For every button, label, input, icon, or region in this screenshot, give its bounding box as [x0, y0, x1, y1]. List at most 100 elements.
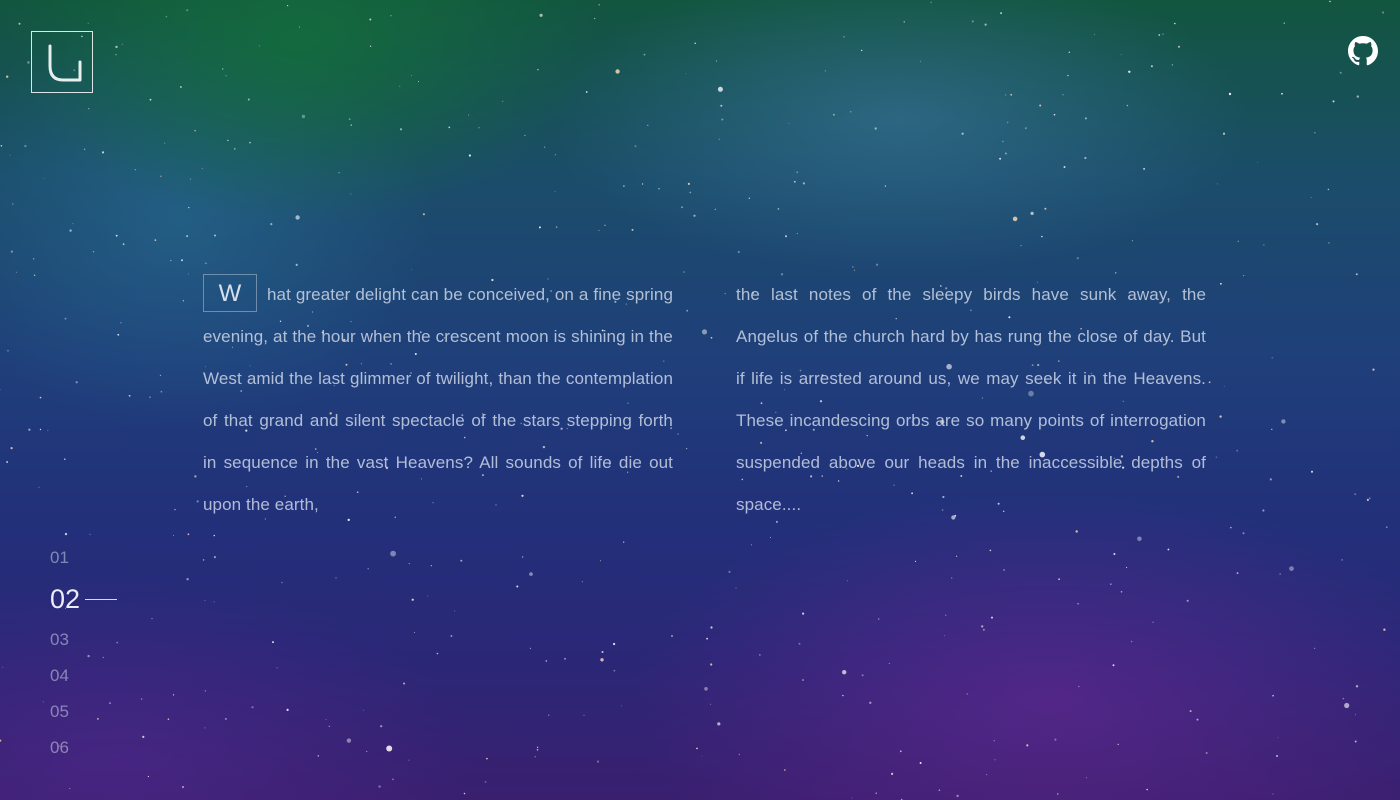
star [1341, 559, 1343, 561]
star [748, 197, 750, 199]
star [1354, 740, 1357, 743]
star [769, 537, 771, 538]
star [450, 635, 453, 637]
star [430, 565, 432, 567]
star [115, 234, 118, 237]
star [788, 122, 790, 124]
star [1262, 509, 1265, 512]
page-number: 02 [50, 583, 81, 614]
star [1010, 93, 1013, 96]
star [164, 142, 166, 144]
star [884, 185, 887, 187]
star [986, 774, 988, 776]
star [658, 188, 660, 190]
star [539, 13, 543, 17]
star [599, 560, 601, 562]
star [88, 108, 90, 110]
star [15, 271, 17, 273]
star [295, 215, 300, 220]
star [468, 114, 470, 116]
star [536, 749, 539, 751]
star [961, 132, 964, 135]
star [750, 544, 753, 546]
star [128, 394, 131, 397]
star [643, 53, 646, 56]
star [170, 259, 172, 262]
active-indicator-line [85, 598, 118, 600]
star [1024, 127, 1027, 130]
star [363, 709, 364, 711]
page-number: 01 [50, 548, 69, 567]
star [272, 641, 274, 644]
star [1131, 240, 1134, 242]
star [1237, 240, 1239, 242]
star [919, 762, 922, 764]
star [422, 213, 425, 216]
star [903, 21, 905, 23]
star [411, 269, 412, 270]
star [214, 234, 216, 237]
star [1007, 121, 1009, 124]
github-link[interactable] [1348, 36, 1378, 66]
logo[interactable] [31, 31, 93, 93]
u-logo-icon [48, 44, 82, 82]
star [537, 69, 539, 71]
star [1057, 793, 1059, 795]
star [1112, 664, 1115, 667]
star [160, 390, 163, 393]
star [390, 15, 392, 17]
star [1283, 22, 1285, 24]
star [115, 54, 117, 56]
page-link-01[interactable]: 01 [50, 540, 170, 576]
star [427, 595, 429, 597]
star [993, 740, 995, 742]
star [631, 228, 634, 231]
star [1269, 478, 1272, 481]
star [869, 701, 872, 704]
page-link-02-active[interactable]: 02 [50, 576, 170, 622]
star [213, 556, 216, 559]
star [704, 687, 708, 691]
star [249, 141, 251, 144]
star [1385, 526, 1388, 528]
star [418, 81, 420, 82]
star [843, 36, 845, 38]
star [534, 756, 536, 758]
star [601, 651, 604, 653]
star [728, 570, 731, 574]
star [613, 642, 616, 646]
star [685, 73, 687, 74]
star [524, 134, 526, 136]
star [1094, 34, 1095, 35]
star [1215, 456, 1218, 458]
page-link-04[interactable]: 04 [50, 658, 170, 694]
star [716, 60, 717, 62]
star [486, 757, 488, 760]
star [227, 139, 229, 142]
star [538, 226, 541, 229]
star [1128, 70, 1131, 74]
star [1178, 45, 1180, 48]
star [1369, 497, 1371, 499]
star [117, 333, 120, 336]
page-link-05[interactable]: 05 [50, 694, 170, 730]
star [38, 486, 40, 488]
star [623, 185, 625, 187]
star [522, 556, 524, 558]
page-link-06[interactable]: 06 [50, 730, 170, 766]
star [149, 98, 152, 101]
star [1109, 583, 1112, 586]
star [1130, 640, 1133, 643]
star [182, 300, 185, 302]
star [529, 647, 532, 649]
page-link-03[interactable]: 03 [50, 622, 170, 658]
star [930, 1, 932, 4]
star [478, 127, 480, 129]
star [1117, 743, 1119, 746]
star [2, 666, 4, 668]
star [234, 148, 236, 150]
star [24, 144, 27, 148]
star [295, 263, 298, 266]
star [1310, 197, 1312, 198]
star [1342, 697, 1345, 700]
